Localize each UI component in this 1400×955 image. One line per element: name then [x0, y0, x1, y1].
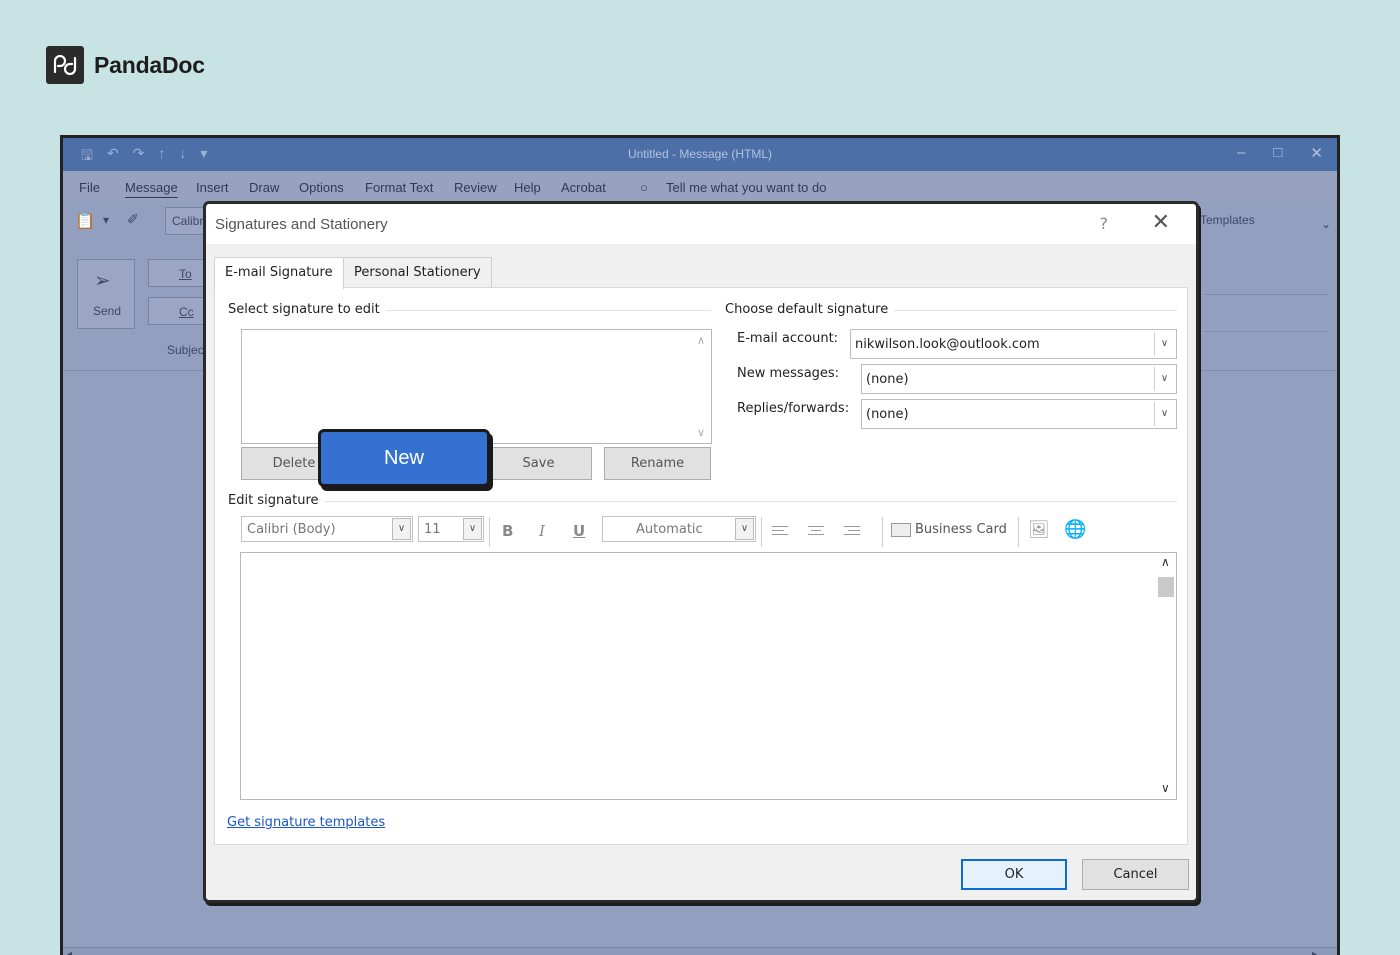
- outlook-menubar: File Message Insert Draw Options Format …: [63, 171, 1337, 201]
- scroll-left-icon[interactable]: ◂: [67, 949, 72, 955]
- insert-picture-icon[interactable]: 🖼: [1028, 520, 1050, 540]
- business-card-icon: [891, 522, 911, 537]
- signature-editor[interactable]: ∧ ∨: [240, 552, 1177, 800]
- close-icon[interactable]: ✕: [1152, 210, 1170, 235]
- menu-message[interactable]: Message: [125, 180, 178, 195]
- insert-hyperlink-icon[interactable]: 🌐: [1064, 519, 1086, 540]
- brand-name: PandaDoc: [94, 51, 205, 78]
- scroll-up-icon[interactable]: ∧: [1161, 555, 1170, 569]
- cancel-button[interactable]: Cancel: [1082, 859, 1189, 890]
- default-signature-label: Choose default signature: [725, 302, 895, 317]
- menu-options[interactable]: Options: [299, 180, 344, 195]
- chevron-down-icon: ∨: [463, 518, 482, 540]
- replies-forwards-label: Replies/forwards:: [737, 401, 850, 416]
- window-title: Untitled - Message (HTML): [627, 147, 773, 161]
- signatures-dialog: Signatures and Stationery ? ✕ E-mail Sig…: [203, 201, 1199, 903]
- editor-scrollbar[interactable]: ∧ ∨: [1156, 553, 1176, 799]
- chevron-down-icon: ∨: [1154, 402, 1174, 426]
- bold-button[interactable]: B: [502, 522, 513, 540]
- menu-format-text[interactable]: Format Text: [365, 180, 433, 195]
- pandadoc-logo-icon: [46, 46, 84, 84]
- subject-label: Subject: [167, 343, 208, 357]
- align-left-icon[interactable]: [772, 526, 790, 540]
- rename-button[interactable]: Rename: [604, 447, 711, 480]
- new-messages-select[interactable]: (none) ∨: [861, 364, 1177, 394]
- chevron-down-icon: ∨: [735, 518, 754, 540]
- templates-button[interactable]: Templates: [1200, 213, 1255, 227]
- paste-dropdown-icon[interactable]: ▾: [103, 213, 109, 227]
- business-card-button[interactable]: Business Card: [891, 522, 1007, 537]
- ribbon-collapse-icon[interactable]: ⌄: [1321, 217, 1331, 231]
- outlook-titlebar: 🖫 ↶ ↷ ↑ ↓ ▾ Untitled - Message (HTML) – …: [63, 138, 1337, 171]
- help-icon[interactable]: ?: [1100, 214, 1109, 233]
- chevron-down-icon: ∨: [392, 518, 411, 540]
- email-account-label: E-mail account:: [737, 331, 839, 346]
- menu-review[interactable]: Review: [454, 180, 497, 195]
- email-account-select[interactable]: nikwilson.look@outlook.com ∨: [850, 329, 1177, 359]
- close-window-icon[interactable]: ✕: [1310, 144, 1323, 162]
- horizontal-scrollbar[interactable]: ◂ ▸: [63, 947, 1337, 955]
- scroll-down-icon[interactable]: ∨: [697, 426, 705, 439]
- underline-button[interactable]: U: [573, 522, 585, 540]
- send-icon: ➢: [94, 270, 111, 292]
- menu-acrobat[interactable]: Acrobat: [561, 180, 606, 195]
- scroll-right-icon[interactable]: ▸: [1312, 949, 1317, 955]
- select-signature-label: Select signature to edit: [228, 302, 386, 317]
- menu-help[interactable]: Help: [514, 180, 541, 195]
- italic-button[interactable]: I: [539, 522, 545, 540]
- tell-me-search[interactable]: Tell me what you want to do: [666, 180, 826, 195]
- get-signature-templates-link[interactable]: Get signature templates: [227, 815, 385, 830]
- format-painter-icon[interactable]: ✐: [127, 211, 139, 228]
- dialog-titlebar: Signatures and Stationery ? ✕: [206, 204, 1196, 244]
- scroll-up-icon[interactable]: ∧: [697, 334, 705, 347]
- lightbulb-icon: ○: [640, 180, 648, 195]
- window-controls: – □ ✕: [1237, 144, 1323, 162]
- chevron-down-icon: ∨: [1154, 367, 1174, 391]
- tab-personal-stationery[interactable]: Personal Stationery: [343, 257, 492, 287]
- paste-icon[interactable]: 📋: [75, 211, 95, 231]
- edit-signature-label: Edit signature: [228, 493, 325, 508]
- cc-button[interactable]: Cc: [148, 297, 208, 325]
- replies-forwards-select[interactable]: (none) ∨: [861, 399, 1177, 429]
- dialog-title: Signatures and Stationery: [215, 216, 388, 233]
- font-size-select[interactable]: 11 ∨: [418, 516, 484, 542]
- menu-draw[interactable]: Draw: [249, 180, 279, 195]
- save-button[interactable]: Save: [485, 447, 592, 480]
- ok-button[interactable]: OK: [961, 859, 1067, 890]
- font-color-select[interactable]: Automatic ∨: [602, 516, 756, 542]
- align-right-icon[interactable]: [844, 526, 862, 540]
- chevron-down-icon: ∨: [1154, 332, 1174, 356]
- send-button[interactable]: ➢ Send: [77, 259, 135, 329]
- align-center-icon[interactable]: [808, 526, 826, 540]
- signature-list-scrollbar[interactable]: ∧ ∨: [693, 330, 711, 443]
- menu-file[interactable]: File: [79, 180, 100, 195]
- minimize-icon[interactable]: –: [1237, 144, 1245, 162]
- font-select[interactable]: Calibri (Body) ∨: [241, 516, 413, 542]
- menu-insert[interactable]: Insert: [196, 180, 229, 195]
- brand: PandaDoc: [46, 46, 205, 84]
- scroll-down-icon[interactable]: ∨: [1161, 781, 1170, 795]
- maximize-icon[interactable]: □: [1273, 144, 1282, 162]
- tab-email-signature[interactable]: E-mail Signature: [214, 257, 344, 289]
- new-messages-label: New messages:: [737, 366, 840, 381]
- scroll-thumb[interactable]: [1158, 577, 1174, 597]
- new-button[interactable]: New: [318, 429, 490, 487]
- signature-list[interactable]: ∧ ∨: [241, 329, 712, 444]
- to-button[interactable]: To: [148, 259, 208, 287]
